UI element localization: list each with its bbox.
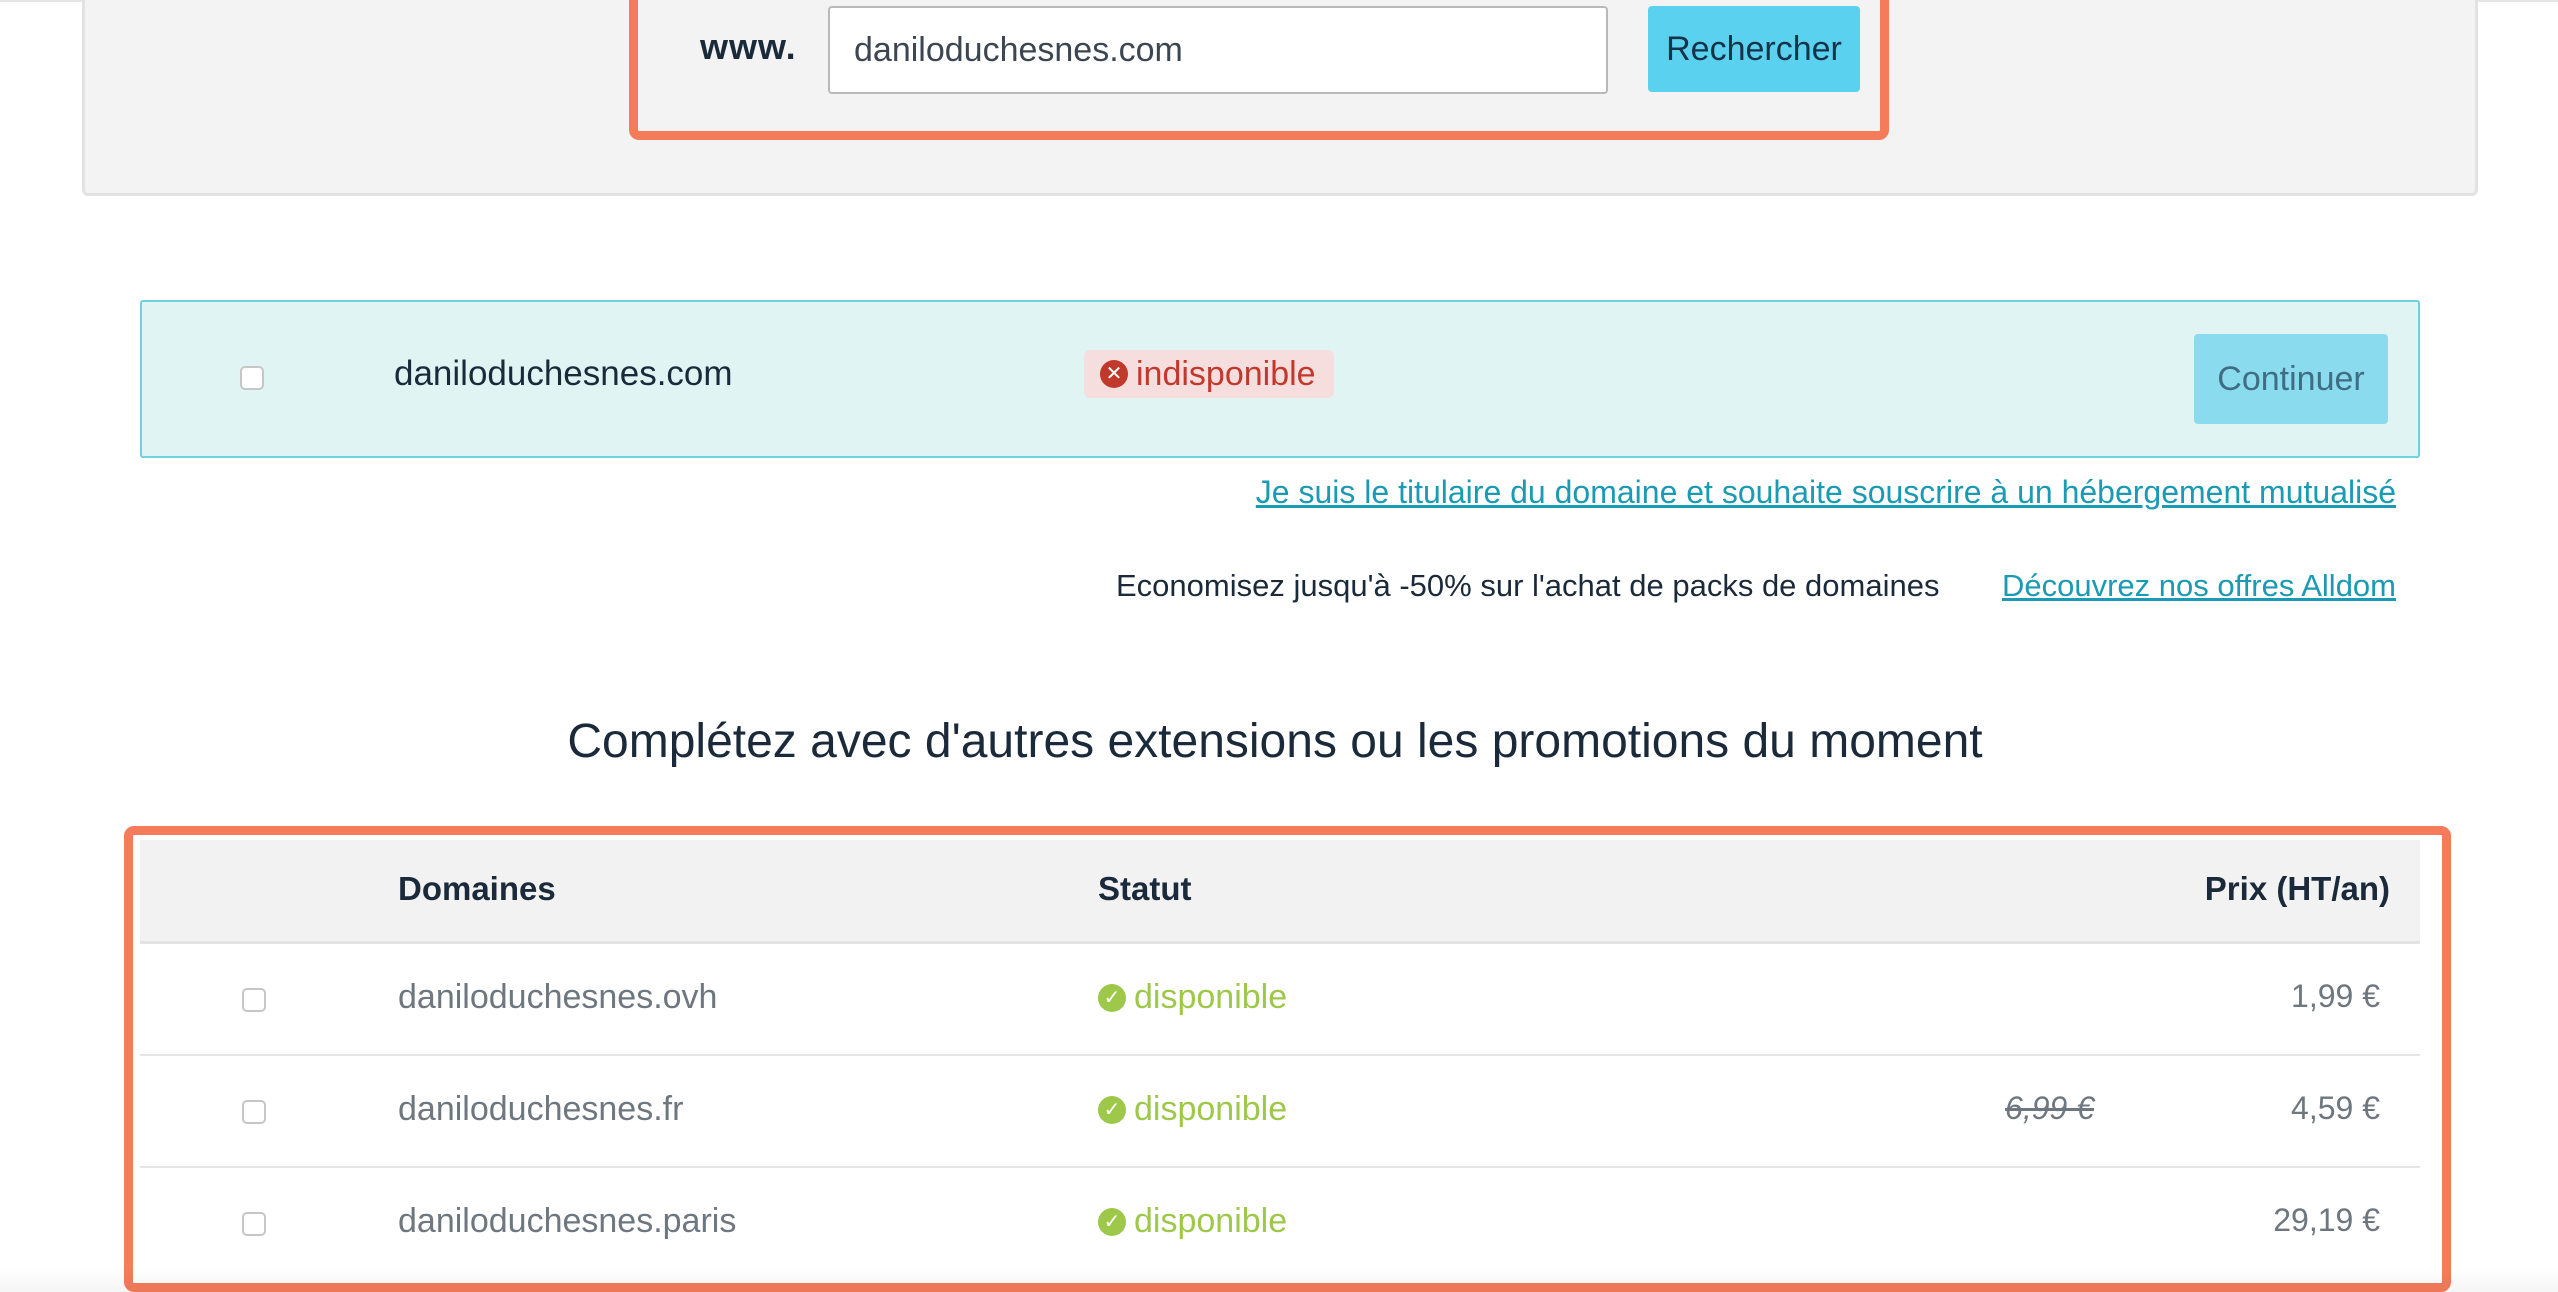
main-result-checkbox[interactable] (240, 366, 264, 390)
bottom-fade (0, 1268, 2558, 1292)
unavailable-status-label: indisponible (1136, 354, 1316, 393)
unavailable-status-badge: ✕ indisponible (1084, 350, 1334, 398)
x-circle-icon: ✕ (1100, 360, 1128, 388)
hosting-owner-link[interactable]: Je suis le titulaire du domaine et souha… (1256, 474, 2396, 511)
extensions-title-text: Complétez avec d'autres extensions ou le… (567, 715, 1983, 768)
promo-text: Economisez jusqu'à -50% sur l'achat de p… (1116, 568, 1940, 603)
search-highlight-frame (629, 0, 1889, 140)
alldom-offers-link[interactable]: Découvrez nos offres Alldom (2002, 568, 2396, 604)
main-result-domain: daniloduchesnes.com (394, 354, 733, 393)
extensions-section-title: Complétez avec d'autres extensions ou le… (0, 714, 2558, 769)
table-highlight-frame (124, 826, 2451, 1292)
continue-button[interactable]: Continuer (2194, 334, 2388, 424)
